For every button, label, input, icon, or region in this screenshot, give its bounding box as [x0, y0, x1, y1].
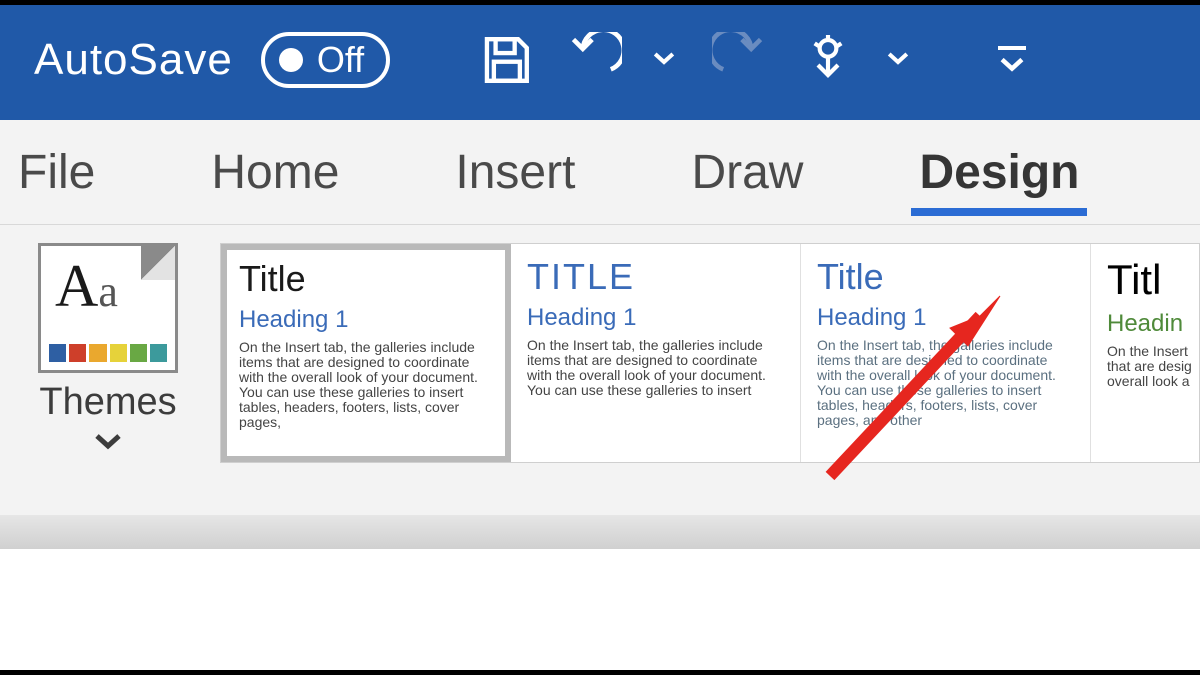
style-set-gallery[interactable]: Title Heading 1 On the Insert tab, the g… — [220, 243, 1200, 463]
style-set-title: Titl — [1107, 256, 1200, 304]
undo-icon[interactable] — [564, 30, 624, 90]
tab-home[interactable]: Home — [203, 141, 347, 204]
themes-icon: Aa — [38, 243, 178, 373]
customize-qat-icon[interactable] — [992, 46, 1032, 74]
style-set-item[interactable]: Title Heading 1 On the Insert tab, the g… — [801, 244, 1091, 462]
style-set-item[interactable]: Title Heading 1 On the Insert tab, the g… — [221, 244, 511, 462]
ribbon-design: Aa Themes Title Heading 1 On the Insert … — [0, 225, 1200, 515]
style-set-heading: Heading 1 — [239, 306, 493, 334]
tab-draw[interactable]: Draw — [683, 141, 811, 204]
autosave-toggle-knob — [279, 48, 303, 72]
style-set-body: On the Insert tab, the galleries include… — [817, 338, 1074, 428]
tab-design[interactable]: Design — [911, 141, 1087, 204]
style-set-item[interactable]: TITLE Heading 1 On the Insert tab, the g… — [511, 244, 801, 462]
ribbon-shadow — [0, 515, 1200, 549]
style-set-title: Title — [239, 258, 493, 300]
tab-file[interactable]: File — [10, 141, 103, 204]
touch-mode-dropdown-icon[interactable] — [886, 46, 916, 75]
style-set-body: On the Insert tab, the galleries include… — [239, 340, 493, 430]
style-set-title: Title — [817, 256, 1074, 298]
style-set-heading: Heading 1 — [527, 304, 784, 332]
style-set-item[interactable]: Titl Headin On the Insert that are desig… — [1091, 244, 1200, 462]
touch-mode-icon[interactable] — [798, 30, 858, 90]
autosave-toggle-state: Off — [317, 39, 364, 81]
title-bar: AutoSave Off — [0, 0, 1200, 120]
style-set-body: On the Insert that are desig overall loo… — [1107, 344, 1200, 389]
autosave-toggle[interactable]: Off — [261, 32, 390, 88]
style-set-heading: Headin — [1107, 310, 1200, 338]
themes-dropdown-icon[interactable] — [93, 432, 123, 457]
themes-label: Themes — [39, 381, 176, 424]
themes-button[interactable]: Aa Themes — [18, 243, 198, 457]
style-set-title: TITLE — [527, 256, 784, 298]
style-set-body: On the Insert tab, the galleries include… — [527, 338, 784, 398]
ribbon-tab-strip: File Home Insert Draw Design — [0, 120, 1200, 225]
autosave-label: AutoSave — [34, 35, 233, 85]
save-icon[interactable] — [476, 30, 536, 90]
undo-dropdown-icon[interactable] — [652, 46, 682, 75]
redo-icon — [710, 30, 770, 90]
style-set-heading: Heading 1 — [817, 304, 1074, 332]
tab-insert[interactable]: Insert — [447, 141, 583, 204]
